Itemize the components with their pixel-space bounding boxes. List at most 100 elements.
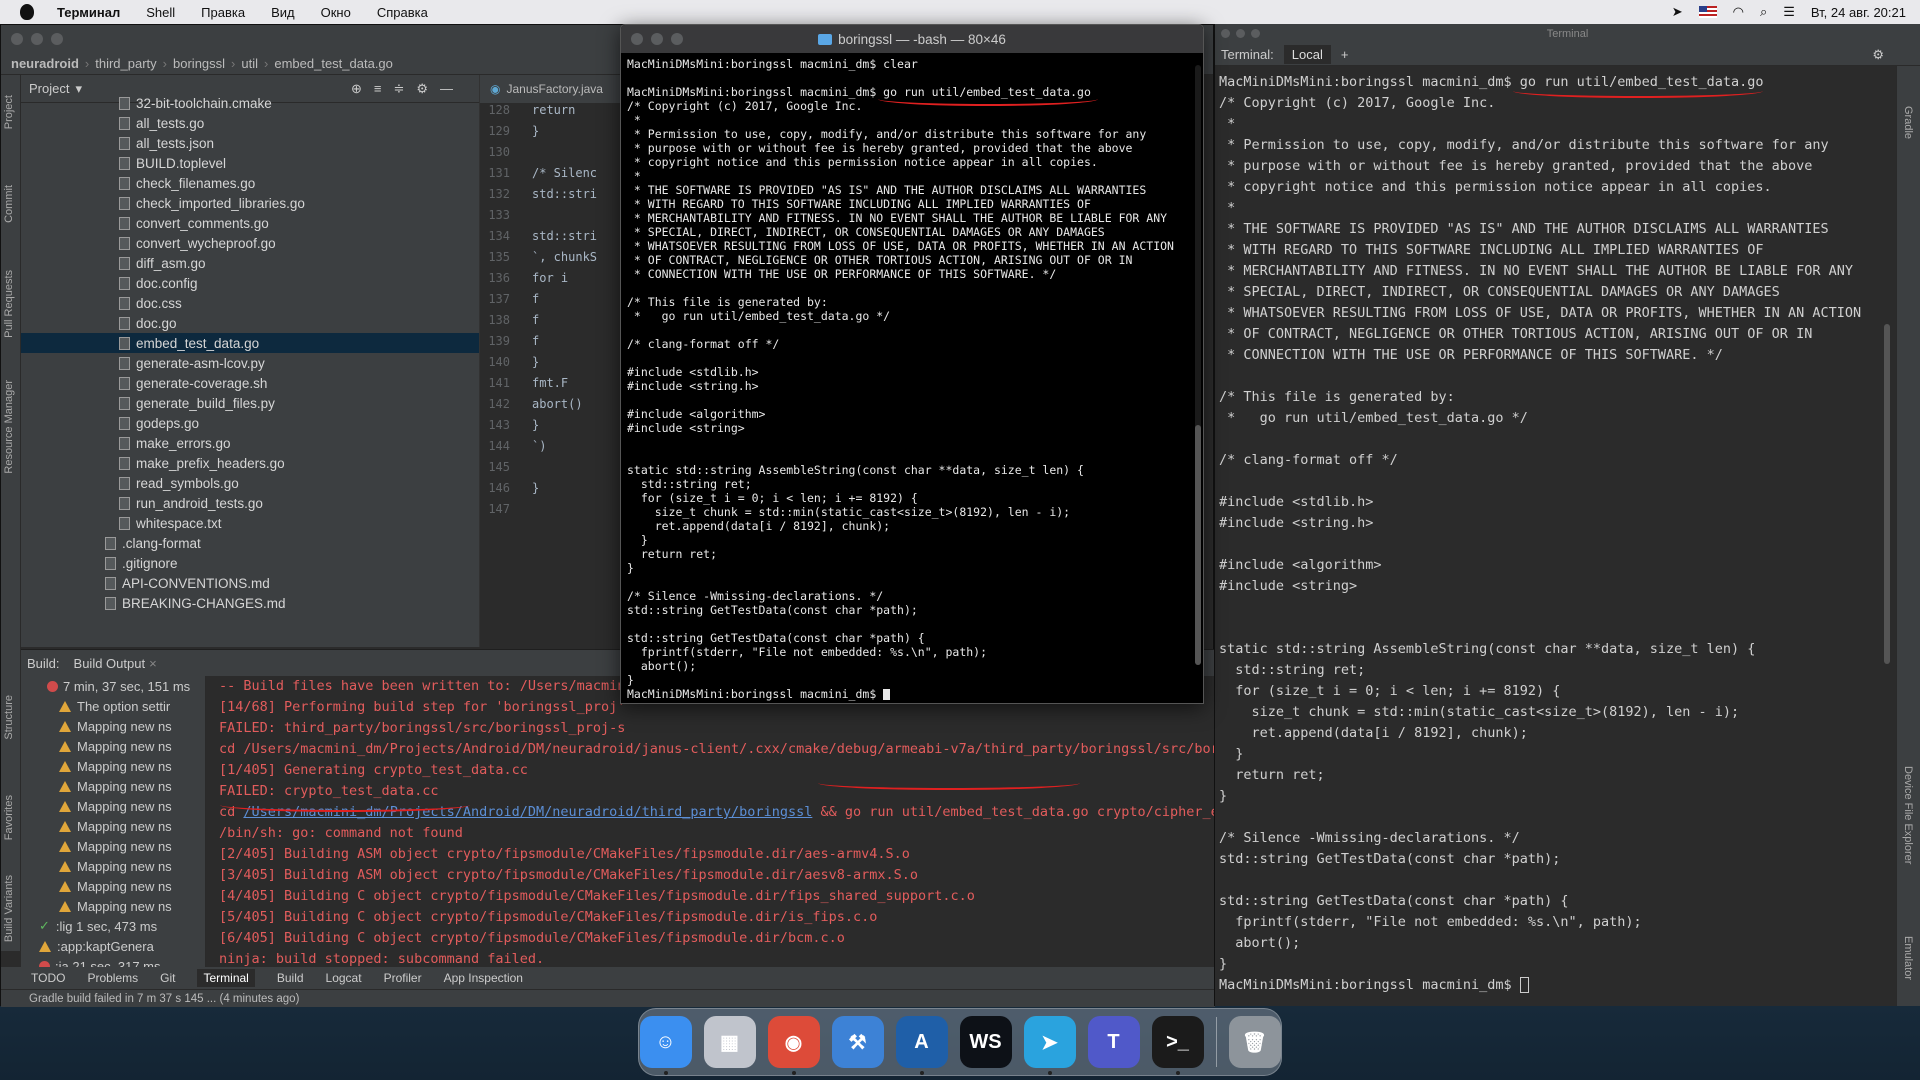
chevron-down-icon[interactable]: ▾ [75, 81, 82, 97]
dock-android-studio-icon[interactable]: A [895, 1016, 948, 1075]
project-file-item[interactable]: whitespace.txt [119, 513, 479, 533]
editor-code[interactable]: 128 return 129} 130 131/* Silenc 132 std::stri… [480, 103, 621, 523]
scrollbar-thumb[interactable] [1884, 324, 1890, 664]
project-file-item[interactable]: doc.css [119, 293, 479, 313]
build-tree-item[interactable]: 7 min, 37 sec, 151 ms [21, 676, 205, 696]
tool-tab-structure[interactable]: Structure [3, 695, 15, 740]
project-file-item[interactable]: .gitignore [105, 553, 479, 573]
dock-telegram-icon[interactable]: ➤ [1023, 1016, 1076, 1075]
breadcrumb-item[interactable]: util [241, 56, 258, 71]
tool-window-button[interactable]: Problems [87, 971, 138, 985]
build-tree-item[interactable]: Mapping new ns [21, 736, 205, 756]
tool-tab-commit[interactable]: Commit [3, 185, 15, 223]
add-tab-icon[interactable]: + [1341, 47, 1349, 62]
project-file-item[interactable]: generate-coverage.sh [119, 373, 479, 393]
tool-tab-gradle[interactable]: Gradle [1902, 106, 1914, 139]
dock-xcode-icon[interactable]: ⚒ [831, 1016, 884, 1068]
dock-trash-icon[interactable]: 🗑 [1228, 1016, 1281, 1068]
minimize-window-button[interactable] [1236, 29, 1245, 38]
project-file-item[interactable]: run_android_tests.go [119, 493, 479, 513]
build-tree-item[interactable]: Mapping new ns [21, 896, 205, 916]
dock-chrome-icon[interactable]: ◉ [767, 1016, 820, 1075]
project-file-item[interactable]: embed_test_data.go [21, 333, 479, 353]
tool-tab-device-file-explorer[interactable]: Device File Explorer [1902, 766, 1914, 864]
project-file-item[interactable]: make_prefix_headers.go [119, 453, 479, 473]
terminal-tab-local[interactable]: Local [1283, 45, 1331, 64]
tool-tab-resource-manager[interactable]: Resource Manager [3, 380, 15, 474]
menu-app-name[interactable]: Терминал [44, 5, 133, 20]
project-file-item[interactable]: godeps.go [119, 413, 479, 433]
editor-tab[interactable]: ◉ JanusFactory.java [480, 75, 621, 103]
project-file-item[interactable]: check_filenames.go [119, 173, 479, 193]
menu-edit[interactable]: Правка [188, 5, 258, 20]
build-output-tab[interactable]: Build Output [74, 656, 146, 671]
build-tree-item[interactable]: The option settir [21, 696, 205, 716]
tool-tab-pull-requests[interactable]: Pull Requests [3, 270, 15, 338]
location-arrow-icon[interactable]: ➤ [1672, 4, 1683, 20]
build-output-log[interactable]: -- Build files have been written to: /Us… [219, 676, 1215, 970]
project-file-item[interactable]: .clang-format [105, 533, 479, 553]
tool-window-button[interactable]: Profiler [384, 971, 422, 985]
close-window-button[interactable] [1221, 29, 1230, 38]
project-file-item[interactable]: doc.config [119, 273, 479, 293]
project-file-item[interactable]: all_tests.go [119, 113, 479, 133]
build-tree-item[interactable]: ✓:lig 1 sec, 473 ms [21, 916, 205, 936]
project-view-label[interactable]: Project [29, 81, 69, 96]
project-file-item[interactable]: BUILD.toplevel [119, 153, 479, 173]
project-file-item[interactable]: convert_comments.go [119, 213, 479, 233]
project-file-item[interactable]: doc.go [119, 313, 479, 333]
build-tree-item[interactable]: Mapping new ns [21, 776, 205, 796]
project-toolbar-icons[interactable]: ⊕≡≑⚙— [351, 81, 465, 97]
build-tree-item[interactable]: Mapping new ns [21, 756, 205, 776]
spotlight-search-icon[interactable]: ⌕ [1760, 4, 1767, 20]
tool-tab-favorites[interactable]: Favorites [3, 795, 15, 840]
tool-window-button[interactable]: Git [160, 971, 175, 985]
dock-finder-icon[interactable]: ☺ [639, 1016, 692, 1075]
project-file-item[interactable]: API-CONVENTIONS.md [105, 573, 479, 593]
menu-window[interactable]: Окно [308, 5, 364, 20]
dock-launchpad-icon[interactable]: ▦ [703, 1016, 756, 1068]
build-tree-item[interactable]: Mapping new ns [21, 816, 205, 836]
tool-window-button[interactable]: TODO [31, 971, 65, 985]
bash-terminal-scrollbar[interactable] [1195, 65, 1201, 665]
ide-terminal-output[interactable]: MacMiniDMsMini:boringssl macmini_dm$ go … [1215, 66, 1920, 1002]
close-window-button[interactable] [11, 33, 23, 45]
project-file-item[interactable]: check_imported_libraries.go [119, 193, 479, 213]
minimize-window-button[interactable] [651, 33, 663, 45]
project-file-item[interactable]: all_tests.json [119, 133, 479, 153]
tool-tab-build-variants[interactable]: Build Variants [3, 875, 15, 942]
project-file-item[interactable]: generate_build_files.py [119, 393, 479, 413]
project-file-item[interactable]: read_symbols.go [119, 473, 479, 493]
menu-shell[interactable]: Shell [133, 5, 188, 20]
bash-terminal-output[interactable]: MacMiniDMsMini:boringssl macmini_dm$ cle… [621, 53, 1203, 703]
project-file-item[interactable]: convert_wycheproof.go [119, 233, 479, 253]
menu-help[interactable]: Справка [364, 5, 441, 20]
build-tree-item[interactable]: Mapping new ns [21, 856, 205, 876]
build-tree-item[interactable]: Mapping new ns [21, 876, 205, 896]
scrollbar-thumb[interactable] [1195, 425, 1201, 665]
control-center-icon[interactable]: ☰ [1783, 4, 1795, 20]
zoom-window-button[interactable] [671, 33, 683, 45]
build-tree-item[interactable]: Mapping new ns [21, 796, 205, 816]
project-file-item[interactable]: make_errors.go [119, 433, 479, 453]
dock-teams-icon[interactable]: T [1087, 1016, 1140, 1068]
tool-window-button[interactable]: Logcat [326, 971, 362, 985]
apple-icon[interactable] [20, 4, 34, 20]
tool-tab-emulator[interactable]: Emulator [1902, 936, 1914, 980]
menu-view[interactable]: Вид [258, 5, 308, 20]
ide-terminal-scrollbar[interactable] [1884, 124, 1890, 824]
project-file-item[interactable]: diff_asm.go [119, 253, 479, 273]
status-message[interactable]: Gradle build failed in 7 m 37 s 145 ... … [29, 993, 299, 1005]
dock-terminal-icon[interactable]: >_ [1151, 1016, 1204, 1075]
breadcrumb-item[interactable]: boringssl [173, 56, 225, 71]
build-tree-item[interactable]: Mapping new ns [21, 716, 205, 736]
breadcrumb-item[interactable]: neuradroid [11, 56, 79, 71]
menu-clock[interactable]: Вт, 24 авг. 20:21 [1811, 5, 1906, 20]
tool-window-button[interactable]: App Inspection [444, 971, 523, 985]
breadcrumb-item[interactable]: third_party [95, 56, 156, 71]
close-window-button[interactable] [631, 33, 643, 45]
tool-window-button[interactable]: Terminal [197, 969, 255, 987]
tool-tab-project[interactable]: Project [3, 95, 15, 129]
zoom-window-button[interactable] [1251, 29, 1260, 38]
minimize-window-button[interactable] [31, 33, 43, 45]
